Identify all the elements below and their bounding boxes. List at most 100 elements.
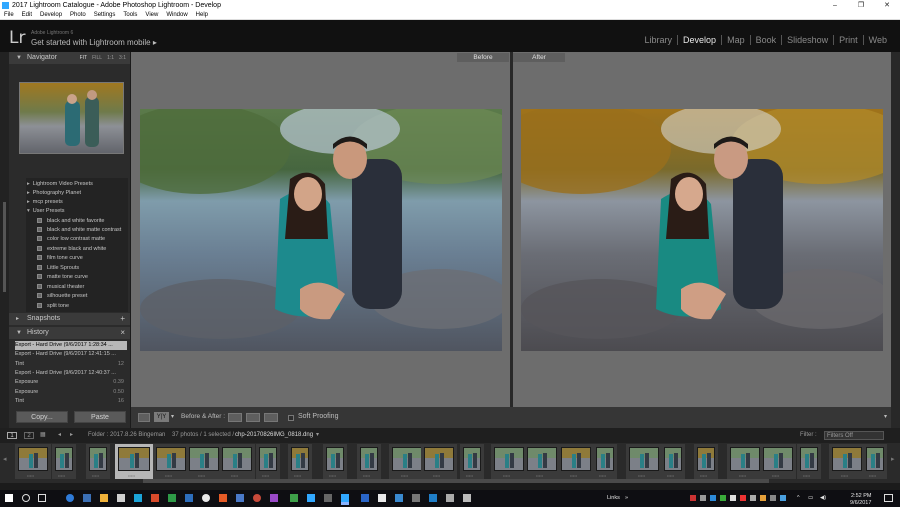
filmstrip-thumbnail[interactable] [494, 447, 524, 471]
check-app-icon[interactable] [236, 494, 244, 502]
app-icon[interactable] [378, 494, 386, 502]
loupe-view-icon[interactable] [138, 413, 150, 422]
preset-item[interactable]: musical theater [37, 283, 84, 292]
rating-stars[interactable]: ••••• [92, 473, 99, 478]
paste-settings-button[interactable]: Paste [74, 411, 126, 423]
secondary-window-button[interactable]: 2 [24, 432, 34, 439]
history-item[interactable]: Export - Hard Drive (9/6/2017 12:41:15 .… [15, 350, 127, 359]
add-snapshot-button[interactable]: + [120, 313, 125, 325]
rating-stars[interactable]: ••••• [570, 473, 577, 478]
menu-window[interactable]: Window [162, 11, 191, 19]
rating-stars[interactable]: ••••• [638, 473, 645, 478]
module-map[interactable]: Map [721, 35, 750, 45]
app-icon[interactable] [412, 494, 420, 502]
preset-item[interactable]: silhouette preset [37, 292, 87, 301]
preset-item[interactable]: film tone curve [37, 254, 83, 263]
main-window-button[interactable]: 1 [7, 432, 17, 439]
filmstrip-thumbnail[interactable] [156, 447, 186, 471]
app-icon[interactable] [324, 494, 332, 502]
tray-overflow-icon[interactable]: ^ [797, 495, 800, 501]
close-button[interactable]: ✕ [874, 0, 900, 11]
app-icon[interactable] [446, 494, 454, 502]
filmstrip-thumbnail[interactable] [189, 447, 219, 471]
app-icon[interactable] [429, 494, 437, 502]
preset-item[interactable]: color low contrast matte [37, 235, 105, 244]
history-item[interactable]: Exposure 0.39 [15, 378, 127, 387]
rating-stars[interactable]: ••••• [599, 473, 606, 478]
navigator-preview[interactable] [19, 82, 124, 154]
filmstrip-thumbnail[interactable] [424, 447, 454, 471]
filmstrip-thumbnail[interactable] [697, 447, 715, 471]
menu-edit[interactable]: Edit [18, 11, 36, 19]
right-panel-collapsed[interactable] [891, 52, 900, 428]
filename-dropdown-icon[interactable]: ▾ [316, 428, 319, 443]
rating-stars[interactable]: ••••• [803, 473, 810, 478]
view-mode-dropdown-icon[interactable]: ▾ [171, 413, 174, 420]
lightroom-taskbar-icon[interactable] [341, 494, 349, 502]
preset-item[interactable]: black and white favorite [37, 217, 104, 226]
filmstrip-thumbnail[interactable] [866, 447, 884, 471]
grid-view-icon[interactable]: ▦ [40, 428, 46, 443]
maximize-button[interactable]: ❐ [848, 0, 874, 11]
after-photo[interactable] [521, 109, 883, 351]
tray-icon[interactable] [740, 495, 746, 501]
clear-history-button[interactable]: × [120, 327, 125, 339]
snapshots-header[interactable]: ▸ Snapshots + [9, 313, 130, 325]
clock-time[interactable]: 2:52 PM [851, 493, 871, 499]
rating-stars[interactable]: ••••• [503, 473, 510, 478]
word-icon[interactable] [185, 494, 193, 502]
preset-item[interactable]: Little Sprouts [37, 264, 79, 273]
history-item[interactable]: Export - Hard Drive (9/6/2017 12:40:37 .… [15, 369, 127, 378]
tray-icon[interactable] [750, 495, 756, 501]
rating-stars[interactable]: ••••• [536, 473, 543, 478]
menu-tools[interactable]: Tools [119, 11, 141, 19]
module-library[interactable]: Library [640, 35, 678, 45]
preset-item[interactable]: split tone [37, 302, 69, 311]
rating-stars[interactable]: ••••• [165, 473, 172, 478]
tray-icon[interactable] [700, 495, 706, 501]
network-icon[interactable]: ▭ [808, 495, 813, 501]
rating-stars[interactable]: ••••• [466, 473, 473, 478]
links-toolbar[interactable]: Links [607, 495, 620, 501]
filmstrip-thumbnail[interactable] [763, 447, 793, 471]
preset-folder-photography-planet[interactable]: ▸ Photography Planet [27, 189, 81, 198]
preset-item[interactable]: extreme black and white [37, 245, 106, 254]
rating-stars[interactable]: ••••• [667, 473, 674, 478]
excel-icon[interactable] [168, 494, 176, 502]
rating-stars[interactable]: ••••• [58, 473, 65, 478]
rating-stars[interactable]: ••••• [401, 473, 408, 478]
filmstrip-thumbnail[interactable] [89, 447, 107, 471]
app-icon[interactable] [253, 494, 261, 502]
rating-stars[interactable]: ••••• [198, 473, 205, 478]
navigator-header[interactable]: ▼ Navigator FIT FILL 1:1 3:1 [9, 52, 130, 64]
history-header[interactable]: ▼ History × [9, 327, 130, 339]
preset-item[interactable]: black and white matte contrast [37, 226, 121, 235]
minimize-button[interactable]: – [822, 0, 848, 11]
volume-icon[interactable]: ◀) [820, 495, 826, 501]
tray-icon[interactable] [760, 495, 766, 501]
rating-stars[interactable]: ••••• [27, 473, 34, 478]
windows-start-icon[interactable] [5, 494, 13, 502]
zoom-fit[interactable]: FIT [80, 52, 88, 64]
history-item[interactable]: Exposure 0.50 [15, 388, 127, 397]
action-center-icon[interactable] [884, 494, 893, 502]
mobile-promo-link[interactable]: Get started with Lightroom mobile ▸ [31, 38, 157, 47]
zoom-1-1[interactable]: 1:1 [107, 52, 114, 64]
filmstrip-thumbnail[interactable] [291, 447, 309, 471]
zoom-3-1[interactable]: 3:1 [119, 52, 126, 64]
soft-proofing-checkbox[interactable] [288, 415, 294, 421]
menu-photo[interactable]: Photo [66, 11, 90, 19]
filmstrip-scrollbar[interactable] [143, 479, 769, 483]
task-view-icon[interactable] [38, 494, 46, 502]
app-icon[interactable] [219, 494, 227, 502]
zoom-fill[interactable]: FILL [92, 52, 102, 64]
filmstrip-right-arrow-icon[interactable]: ▸ [891, 455, 895, 463]
module-slideshow[interactable]: Slideshow [781, 35, 833, 45]
rating-stars[interactable]: ••••• [329, 473, 336, 478]
links-chevron-icon[interactable]: » [625, 495, 628, 501]
menu-develop[interactable]: Develop [36, 11, 66, 19]
tray-icon[interactable] [710, 495, 716, 501]
tray-icon[interactable] [690, 495, 696, 501]
filmstrip-thumbnail[interactable] [596, 447, 614, 471]
chrome-icon[interactable] [202, 494, 210, 502]
